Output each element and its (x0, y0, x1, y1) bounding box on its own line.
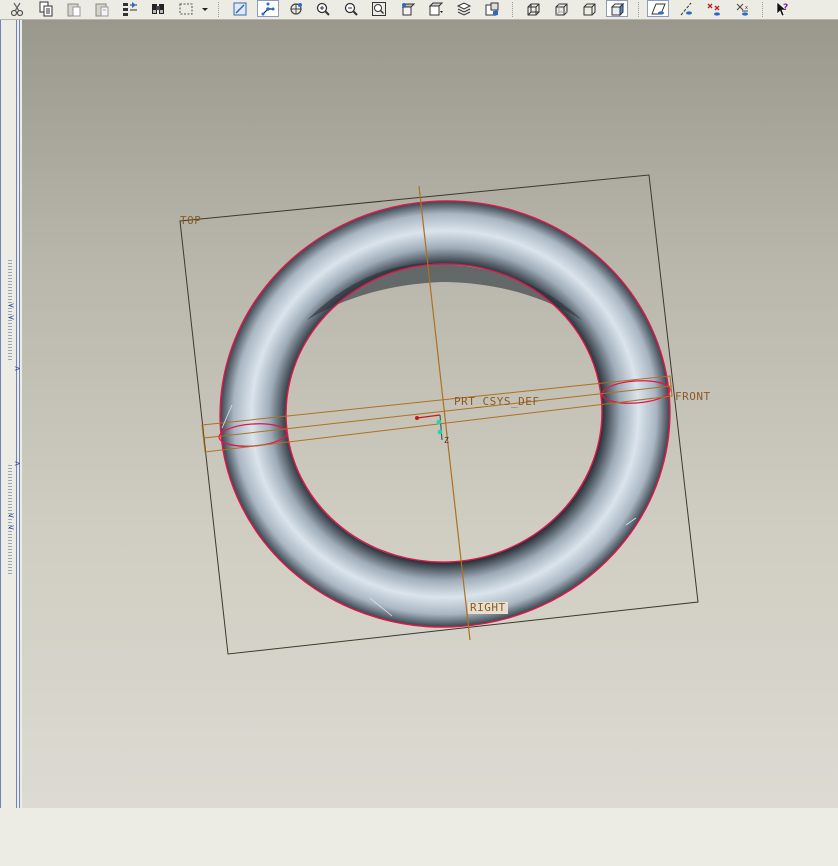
paste-icon[interactable] (63, 0, 85, 17)
sash-line (19, 20, 20, 808)
expand-arrow-icon[interactable]: > (14, 460, 21, 468)
graphics-window[interactable]: TOP FRONT RIGHT PRT_CSYS_DEF Z (22, 20, 838, 808)
collapse-arrow-icon[interactable]: < (8, 512, 15, 520)
csys-label[interactable]: PRT_CSYS_DEF (454, 395, 539, 408)
model-setup-icon[interactable] (481, 0, 503, 17)
layers-icon[interactable] (453, 0, 475, 17)
search-icon[interactable] (147, 0, 169, 17)
sash-line (0, 20, 1, 808)
csys-origin (437, 429, 443, 435)
dropdown-arrow-icon[interactable] (199, 0, 211, 17)
hidden-line-icon[interactable] (550, 0, 572, 17)
spin-icon[interactable] (285, 0, 307, 17)
sash-line (16, 20, 17, 808)
refit-icon[interactable] (368, 0, 390, 17)
datum-label-front[interactable]: FRONT (675, 390, 711, 403)
datum-axis-display-icon[interactable] (675, 0, 697, 17)
regenerate-icon[interactable] (119, 0, 141, 17)
datum-plane-display-icon[interactable] (647, 0, 669, 17)
model-canvas (179, 174, 699, 655)
datum-label-top[interactable]: TOP (180, 214, 201, 227)
sketch-icon[interactable] (229, 0, 251, 17)
collapse-arrow-icon[interactable]: < (8, 524, 15, 532)
toolbar-separator (638, 2, 640, 17)
svg-text:x: x (745, 5, 748, 11)
csys-display-icon[interactable]: x (731, 0, 753, 17)
collapse-arrow-icon[interactable]: < (8, 314, 15, 322)
sash-grip[interactable] (8, 465, 12, 575)
svg-text:?: ? (783, 3, 788, 13)
toolbar-separator (512, 2, 514, 17)
wireframe-icon[interactable] (522, 0, 544, 17)
datum-label-right[interactable]: RIGHT (468, 602, 508, 614)
zoom-in-icon[interactable] (312, 0, 334, 17)
csys-x-marker (415, 416, 419, 420)
collapse-arrow-icon[interactable]: < (8, 302, 15, 310)
context-help-icon[interactable]: ? (771, 0, 793, 17)
zoom-out-icon[interactable] (340, 0, 362, 17)
csys-z-label: Z (444, 436, 450, 445)
csys-y-marker (436, 419, 442, 425)
shading-icon[interactable] (606, 0, 628, 17)
message-area (0, 808, 838, 866)
paste-special-icon[interactable] (91, 0, 113, 17)
navigator-sash[interactable]: < < > > < < (0, 20, 22, 808)
select-box-icon[interactable] (175, 0, 197, 17)
datum-axis-icon[interactable] (257, 0, 279, 17)
expand-arrow-icon[interactable]: > (14, 365, 21, 373)
no-hidden-icon[interactable] (578, 0, 600, 17)
toolbar-separator (218, 2, 220, 17)
reorient-icon[interactable] (396, 0, 418, 17)
sash-grip[interactable] (8, 260, 12, 360)
cut-icon[interactable] (6, 0, 28, 17)
datum-point-display-icon[interactable] (703, 0, 725, 17)
saved-views-icon[interactable] (425, 0, 447, 17)
main-toolbar: x ? (0, 0, 838, 20)
copy-icon[interactable] (35, 0, 57, 17)
toolbar-separator (762, 2, 764, 17)
